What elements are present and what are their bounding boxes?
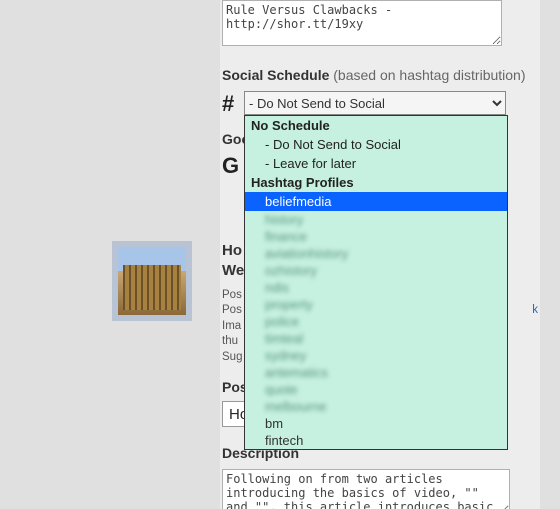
dropdown-option-selected[interactable]: beliefmedia <box>245 192 507 211</box>
dropdown-option-blurred[interactable]: quote <box>245 381 507 398</box>
dropdown-option-blurred[interactable]: aviationhistory <box>245 245 507 262</box>
social-schedule-select[interactable]: - Do Not Send to Social <box>244 91 506 115</box>
dropdown-group-no-schedule: No Schedule <box>245 116 507 135</box>
dropdown-option-blurred[interactable]: police <box>245 313 507 330</box>
thumbnail-image <box>118 247 186 315</box>
article-meta-link[interactable]: k <box>532 303 538 319</box>
social-schedule-select-wrap: - Do Not Send to Social No Schedule - Do… <box>244 91 506 115</box>
dropdown-option-blurred[interactable]: ozhistory <box>245 262 507 279</box>
description-textarea[interactable]: Following on from two articles introduci… <box>222 469 510 509</box>
dropdown-option-blurred[interactable]: history <box>245 211 507 228</box>
main-panel: Rule Versus Clawbacks - http://shor.tt/1… <box>220 0 540 509</box>
dropdown-option-blurred[interactable]: melbourne <box>245 398 507 415</box>
social-schedule-label: Social Schedule (based on hashtag distri… <box>222 67 540 83</box>
dropdown-option-blurred[interactable]: property <box>245 296 507 313</box>
dropdown-option[interactable]: bm <box>245 415 507 432</box>
social-schedule-row: # - Do Not Send to Social No Schedule - … <box>222 91 540 117</box>
social-schedule-dropdown: No Schedule - Do Not Send to Social - Le… <box>244 115 508 450</box>
dropdown-option-blurred[interactable]: ndis <box>245 279 507 296</box>
dropdown-option-blurred[interactable]: sydney <box>245 347 507 364</box>
dropdown-option[interactable]: - Leave for later <box>245 154 507 173</box>
dropdown-option-blurred[interactable]: antematics <box>245 364 507 381</box>
hashtag-icon: # <box>222 91 244 117</box>
article-thumbnail[interactable] <box>112 241 192 321</box>
dropdown-option[interactable]: fintech <box>245 432 507 449</box>
dropdown-group-hashtag-profiles: Hashtag Profiles <box>245 173 507 192</box>
dropdown-option-blurred[interactable]: finance <box>245 228 507 245</box>
dropdown-option[interactable]: - Do Not Send to Social <box>245 135 507 154</box>
article-thumbnail-wrap <box>112 241 192 321</box>
google-icon: G <box>222 153 244 179</box>
summary-textarea[interactable]: Rule Versus Clawbacks - http://shor.tt/1… <box>222 0 502 46</box>
dropdown-option-blurred[interactable]: timteal <box>245 330 507 347</box>
